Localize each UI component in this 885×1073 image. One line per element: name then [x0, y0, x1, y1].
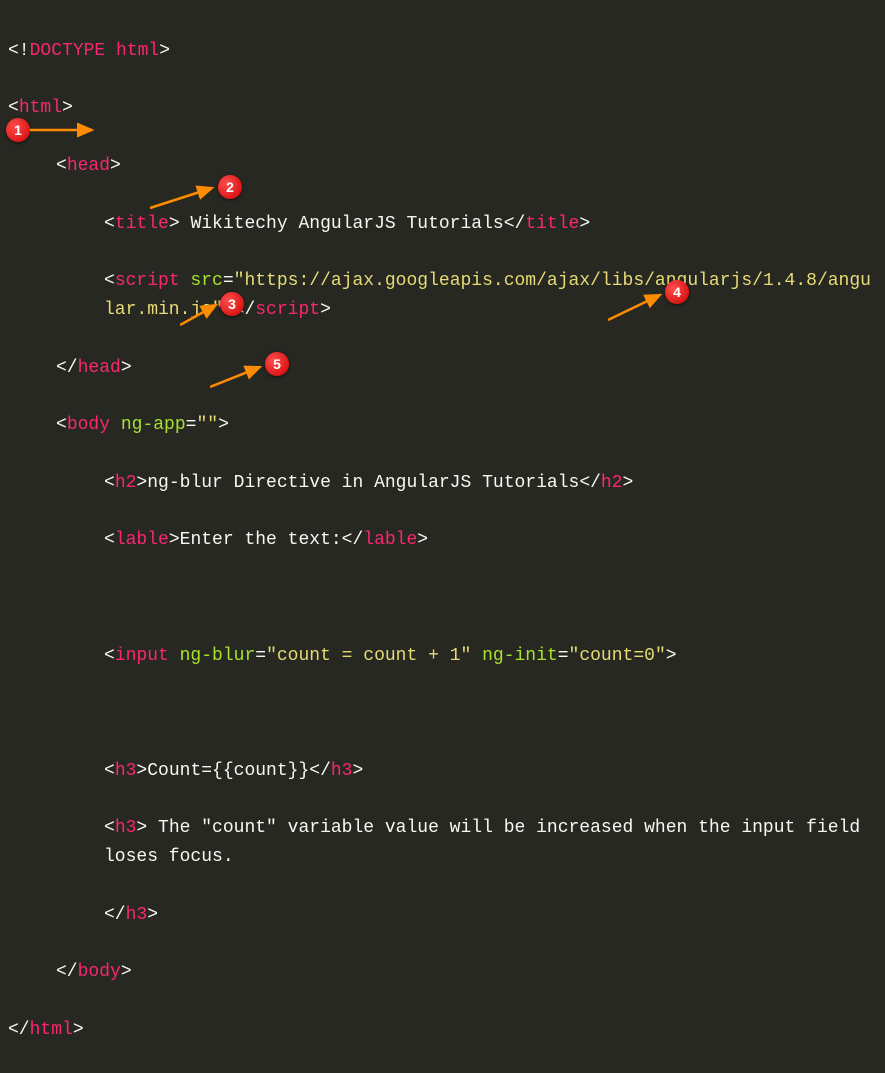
code-line: </html> [8, 1016, 877, 1045]
code-line [8, 699, 877, 728]
code-line: <title> Wikitechy AngularJS Tutorials</t… [8, 210, 877, 239]
punct: > [62, 98, 73, 118]
punct: > [136, 761, 147, 781]
tag: script [115, 271, 180, 291]
punct: = [186, 415, 197, 435]
tag: lable [363, 530, 417, 550]
text: Enter the text: [180, 530, 342, 550]
punct: < [56, 415, 67, 435]
punct: < [104, 646, 115, 666]
callout-badge-5: 5 [265, 352, 289, 376]
code-line: </h3> [8, 901, 877, 930]
punct: < [104, 818, 115, 838]
code-line: <script src="https://ajax.googleapis.com… [8, 267, 877, 325]
code-block: <!DOCTYPE html> <html> <head> <title> Wi… [8, 8, 877, 1073]
attr: ng-blur [169, 646, 255, 666]
tag: html [19, 98, 62, 118]
punct: < [104, 473, 115, 493]
punct: </ [104, 905, 126, 925]
tag: lable [115, 530, 169, 550]
attr: ng-app [110, 415, 186, 435]
tag: h3 [115, 818, 137, 838]
tag: title [525, 214, 579, 234]
tag: script [255, 300, 320, 320]
punct: > [147, 905, 158, 925]
punct: > [121, 962, 132, 982]
callout-badge-2: 2 [218, 175, 242, 199]
text: The "count" variable value will be incre… [104, 818, 871, 867]
punct: > [352, 761, 363, 781]
punct: > [169, 530, 180, 550]
code-line: <html> [8, 94, 877, 123]
punct: > [159, 41, 170, 61]
code-line: <h3> The "count" variable value will be … [8, 814, 877, 872]
code-line: </body> [8, 958, 877, 987]
punct: </ [309, 761, 331, 781]
punct: > [169, 214, 180, 234]
string: "count=0" [569, 646, 666, 666]
punct: > [73, 1020, 84, 1040]
code-line: <h2>ng-blur Directive in AngularJS Tutor… [8, 469, 877, 498]
punct: < [104, 530, 115, 550]
tag: input [115, 646, 169, 666]
punct: = [255, 646, 266, 666]
code-line: <body ng-app=""> [8, 411, 877, 440]
string: "count = count + 1" [266, 646, 471, 666]
callout-badge-1: 1 [6, 118, 30, 142]
punct: </ [56, 358, 78, 378]
tag: html [30, 1020, 73, 1040]
punct: < [104, 271, 115, 291]
tag: head [78, 358, 121, 378]
punct: </ [8, 1020, 30, 1040]
code-line: <lable>Enter the text:</lable> [8, 526, 877, 555]
callout-badge-4: 4 [665, 280, 689, 304]
punct: > [218, 415, 229, 435]
tag: title [115, 214, 169, 234]
punct: </ [504, 214, 526, 234]
punct: <! [8, 41, 30, 61]
punct: > [136, 818, 147, 838]
text: Count={{count}} [147, 761, 309, 781]
punct: > [320, 300, 331, 320]
punct: > [579, 214, 590, 234]
punct: </ [342, 530, 364, 550]
punct: = [558, 646, 569, 666]
code-line: <!DOCTYPE html> [8, 37, 877, 66]
code-line: <input ng-blur="count = count + 1" ng-in… [8, 642, 877, 671]
tag: h2 [601, 473, 623, 493]
punct: </ [56, 962, 78, 982]
attr: src [180, 271, 223, 291]
punct: > [666, 646, 677, 666]
code-line: </head> [8, 354, 877, 383]
text: ng-blur Directive in AngularJS Tutorials [147, 473, 579, 493]
tag: body [67, 415, 110, 435]
punct: < [8, 98, 19, 118]
punct: = [223, 271, 234, 291]
tag: head [67, 156, 110, 176]
punct: </ [579, 473, 601, 493]
punct: > [417, 530, 428, 550]
code-line: <h3>Count={{count}}</h3> [8, 757, 877, 786]
punct: > [121, 358, 132, 378]
code-line [8, 584, 877, 613]
callout-badge-3: 3 [220, 292, 244, 316]
tag: DOCTYPE html [30, 41, 160, 61]
tag: body [78, 962, 121, 982]
text: Wikitechy AngularJS Tutorials [180, 214, 504, 234]
tag: h3 [331, 761, 353, 781]
punct: < [104, 761, 115, 781]
punct: < [56, 156, 67, 176]
punct: > [623, 473, 634, 493]
punct: < [104, 214, 115, 234]
punct: > [110, 156, 121, 176]
tag: h3 [115, 761, 137, 781]
string: "" [196, 415, 218, 435]
tag: h2 [115, 473, 137, 493]
attr: ng-init [471, 646, 557, 666]
tag: h3 [126, 905, 148, 925]
punct: > [136, 473, 147, 493]
code-line: <head> [8, 152, 877, 181]
